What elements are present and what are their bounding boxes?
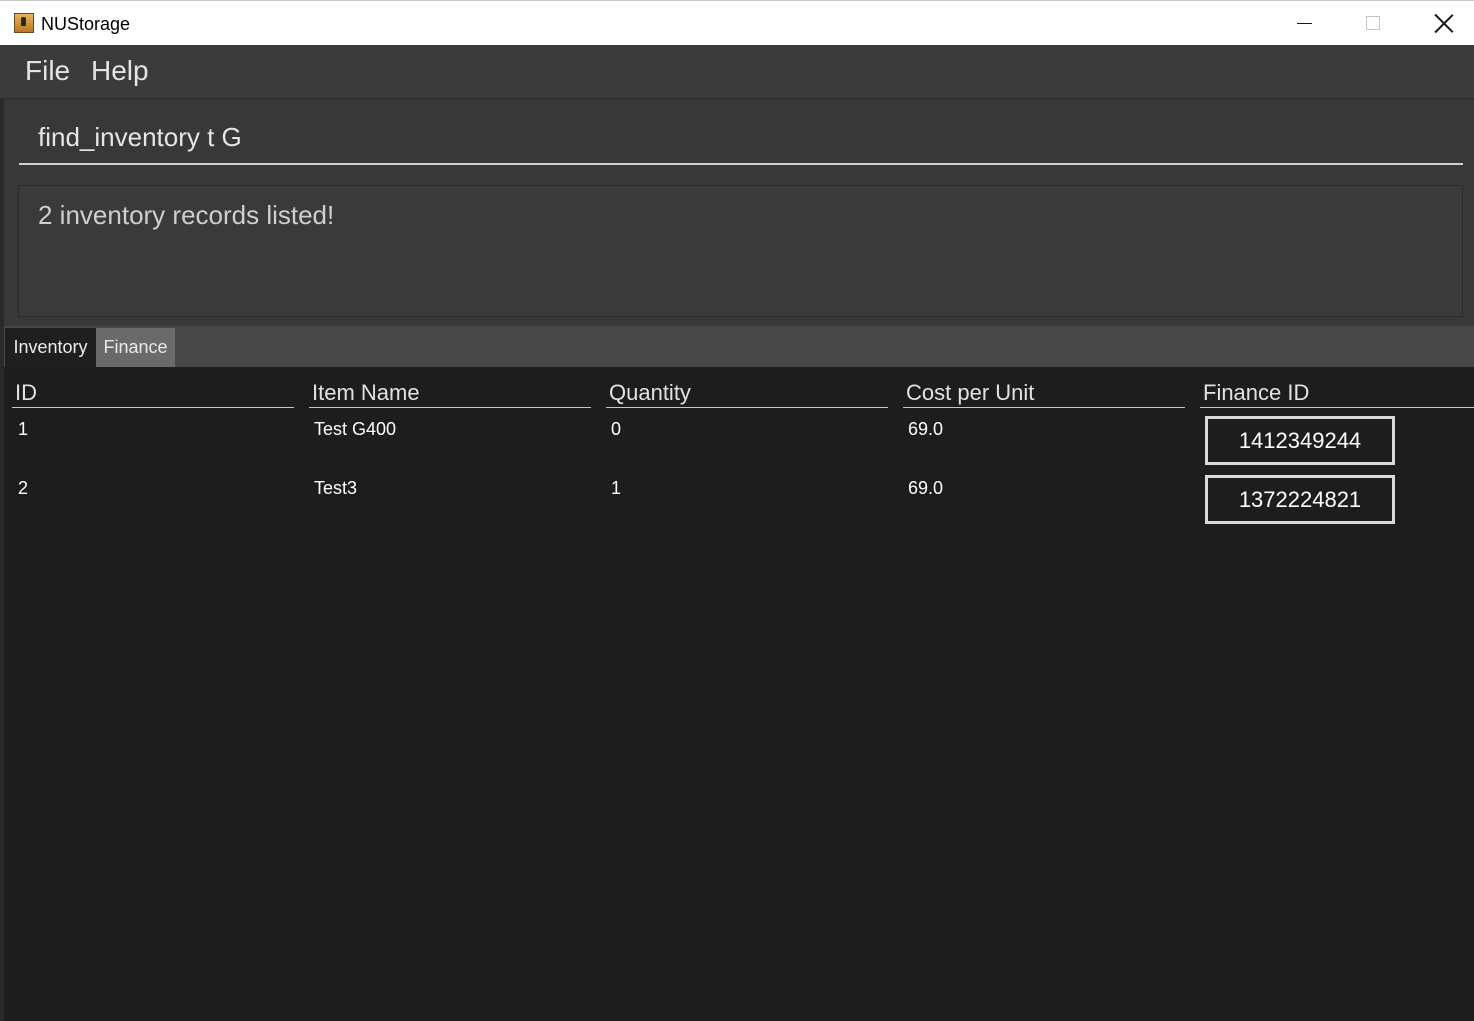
cell-id: 1 <box>18 419 29 439</box>
cell-id: 2 <box>18 478 29 498</box>
tab-finance[interactable]: Finance <box>96 328 175 367</box>
result-message: 2 inventory records listed! <box>38 200 335 230</box>
cell-cost-per-unit: 69.0 <box>908 478 944 498</box>
command-input-value: find_inventory t G <box>38 122 242 152</box>
menu-file[interactable]: File <box>25 55 70 87</box>
app-window: NUStorage File Help find_inventory t G 2… <box>0 0 1474 1021</box>
cell-item-name: Test3 <box>314 478 358 498</box>
cell-quantity: 0 <box>611 419 622 439</box>
column-header-cost-per-unit[interactable]: Cost per Unit <box>903 378 1185 408</box>
column-header-id[interactable]: ID <box>12 378 294 408</box>
cell-cost-per-unit: 69.0 <box>908 419 944 439</box>
tab-inventory[interactable]: Inventory <box>5 328 96 367</box>
column-header-finance-id[interactable]: Finance ID <box>1200 378 1474 408</box>
title-bar[interactable]: NUStorage <box>0 0 1474 45</box>
maximize-button[interactable] <box>1339 1 1409 45</box>
window-title: NUStorage <box>41 14 131 34</box>
inventory-table <box>0 367 1474 1021</box>
app-icon <box>14 13 34 33</box>
minimize-icon <box>1297 23 1312 24</box>
finance-id-button[interactable]: 1372224821 <box>1205 475 1395 524</box>
cell-item-name: Test G400 <box>314 419 397 439</box>
column-header-quantity[interactable]: Quantity <box>606 378 888 408</box>
menu-bar: File Help <box>0 45 1474 99</box>
column-header-item-name[interactable]: Item Name <box>309 378 591 408</box>
menu-help[interactable]: Help <box>91 55 149 87</box>
finance-id-button[interactable]: 1412349244 <box>1205 416 1395 465</box>
close-icon <box>1434 13 1454 33</box>
cell-quantity: 1 <box>611 478 622 498</box>
close-button[interactable] <box>1408 1 1474 45</box>
tab-bar <box>0 326 1474 367</box>
maximize-icon <box>1366 16 1380 30</box>
minimize-button[interactable] <box>1270 1 1340 45</box>
